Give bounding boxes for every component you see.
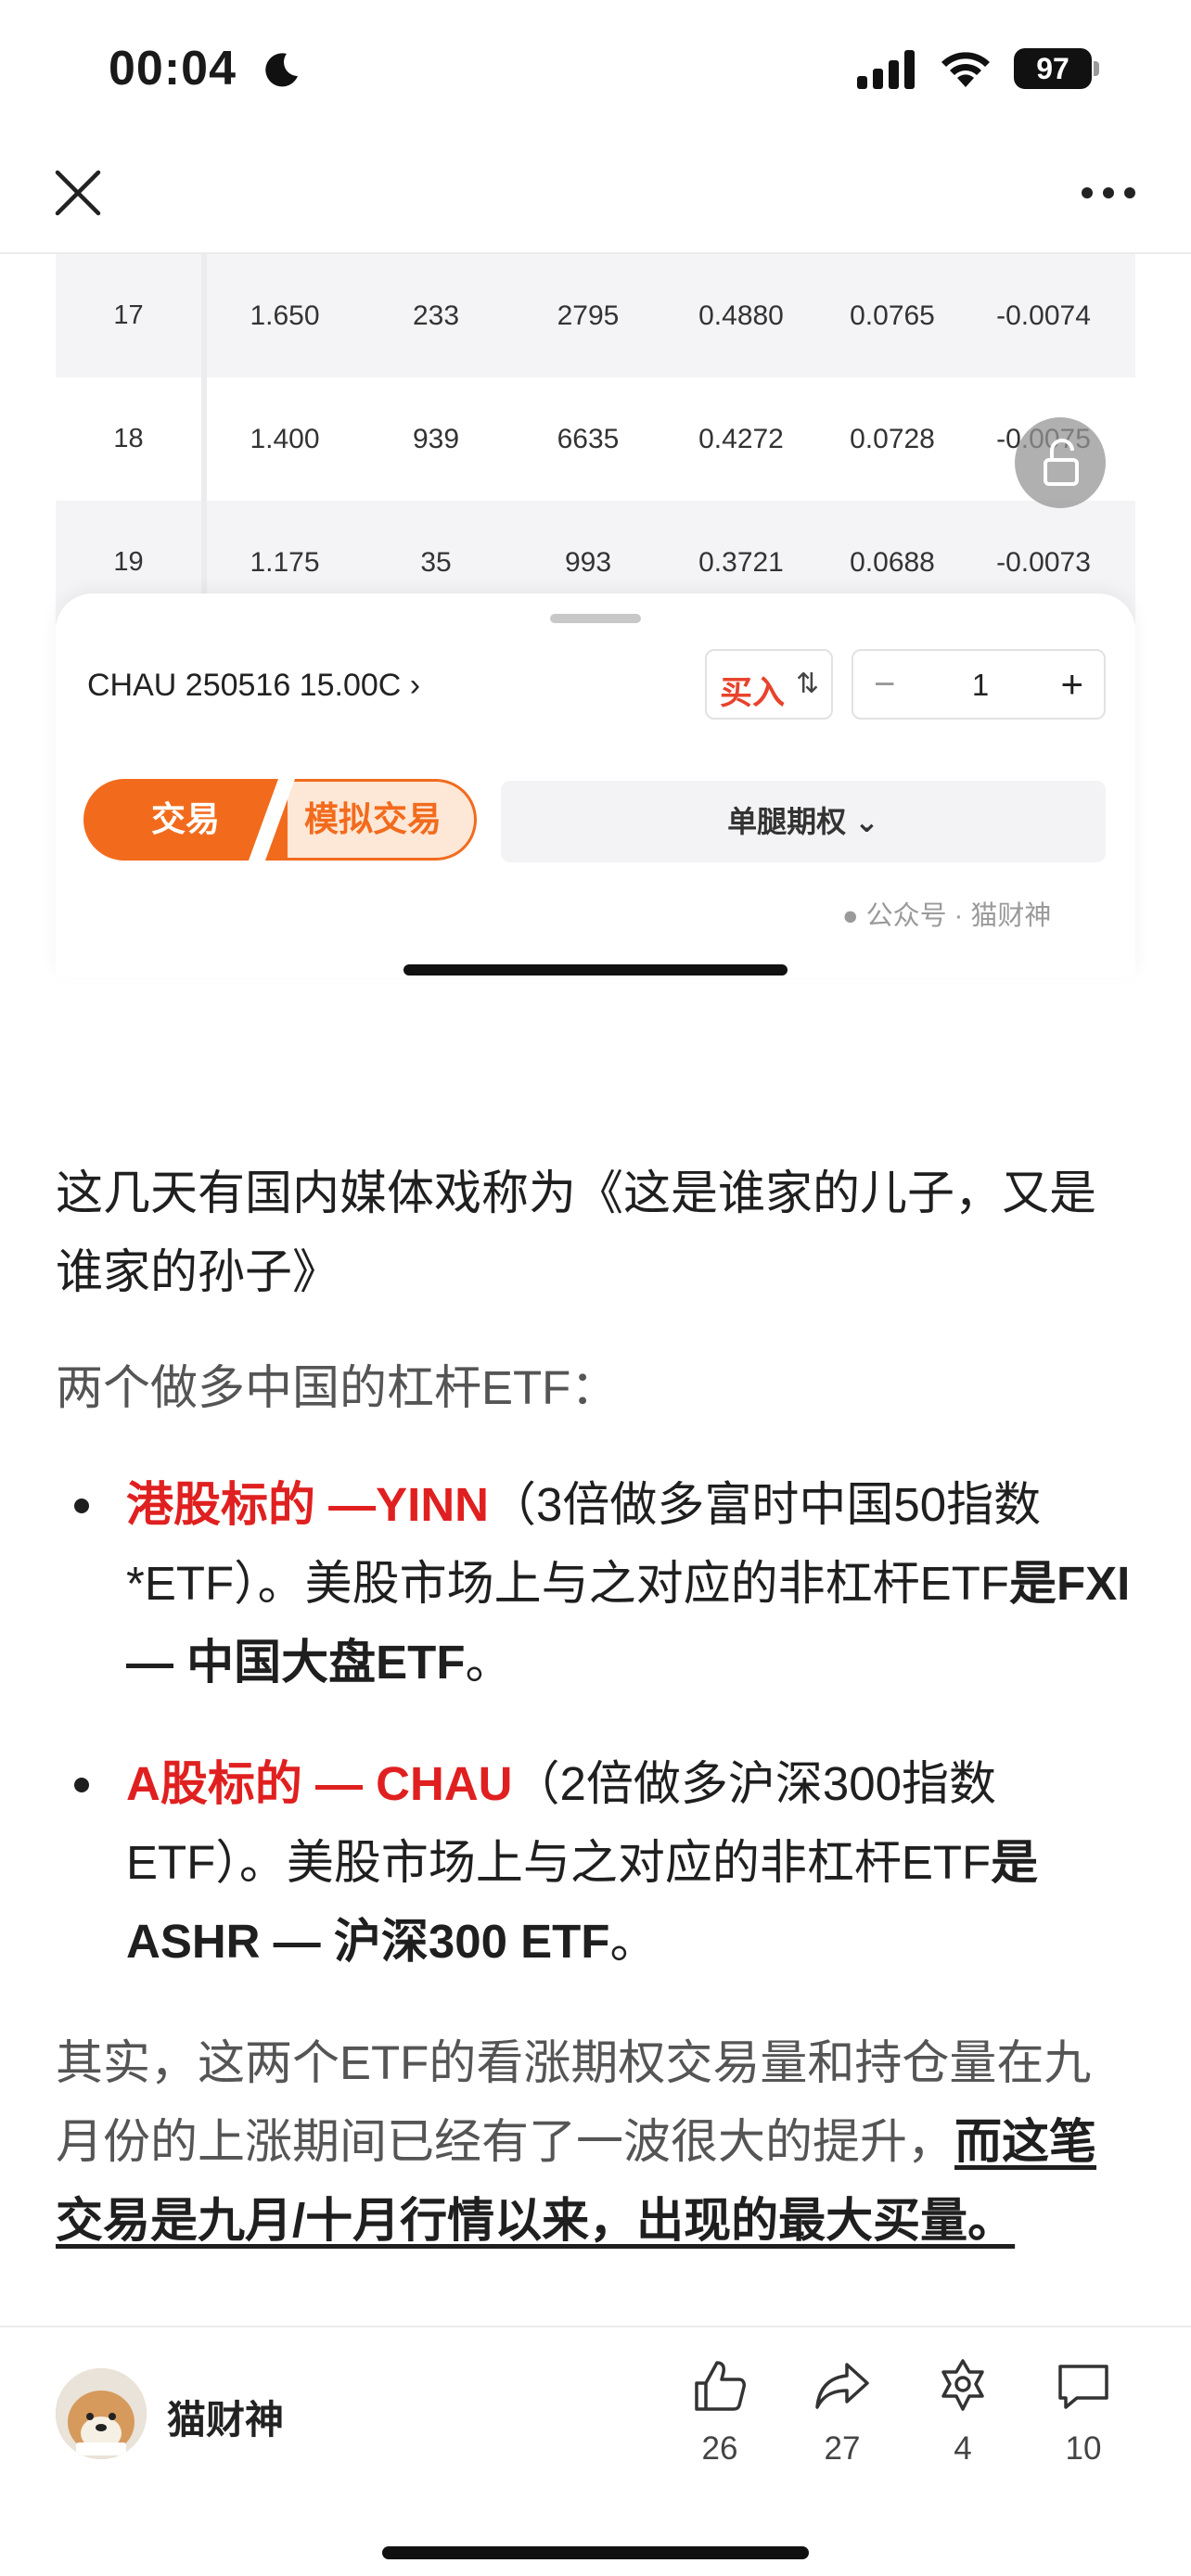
battery-indicator: 97 bbox=[1014, 48, 1099, 89]
favorite-count: 4 bbox=[954, 2430, 972, 2467]
table-cell: 0.4880 bbox=[698, 300, 784, 331]
unlock-button[interactable] bbox=[1015, 417, 1106, 508]
table-cell: 2795 bbox=[557, 300, 620, 331]
like-count: 26 bbox=[701, 2430, 738, 2467]
table-cell: 0.0688 bbox=[850, 546, 935, 578]
table-cell: 6635 bbox=[557, 423, 620, 454]
table-cell: 0.0765 bbox=[850, 300, 935, 331]
comment-button[interactable]: 10 bbox=[1037, 2355, 1130, 2468]
paragraph-text: 其实，这两个ETF的看涨期权交易量和持仓量在九月份的上涨期间已经有了一波很大的提… bbox=[56, 2023, 1135, 2260]
author-name[interactable]: 猫财神 bbox=[167, 2389, 284, 2445]
avatar-image bbox=[56, 2368, 147, 2459]
swap-icon: ⇅ bbox=[796, 669, 820, 699]
contract-selector[interactable]: CHAU 250516 15.00C › bbox=[87, 668, 420, 704]
battery-level: 97 bbox=[1014, 48, 1092, 89]
status-time: 00:04 bbox=[109, 42, 237, 96]
table-cell: 233 bbox=[412, 300, 460, 331]
cellular-signal-icon bbox=[857, 50, 915, 89]
top-nav bbox=[0, 139, 1191, 254]
article-paragraph-1: 这几天有国内媒体戏称为《这是谁家的儿子，又是谁家的孙子》 bbox=[56, 1154, 1135, 1311]
status-bar: 00:04 97 bbox=[0, 0, 1191, 139]
chevron-right-icon: › bbox=[409, 668, 421, 703]
bullet-item: A股标的 — CHAU（2倍做多沪深300指数ETF）。美股市场上与之对应的非杠… bbox=[56, 1744, 1135, 1981]
table-cell: 0.3721 bbox=[698, 546, 784, 578]
watermark-text: 公众号 · 猫财神 bbox=[865, 901, 1052, 931]
wechat-icon: ● bbox=[842, 901, 859, 931]
article-paragraph-3: 其实，这两个ETF的看涨期权交易量和持仓量在九月份的上涨期间已经有了一波很大的提… bbox=[56, 2023, 1135, 2260]
tab-simulated-trade[interactable]: 模拟交易 bbox=[269, 779, 477, 861]
avatar[interactable] bbox=[56, 2368, 147, 2459]
article-paragraph-2: 两个做多中国的杠杆ETF： bbox=[56, 1348, 1135, 1427]
embedded-home-indicator bbox=[403, 964, 788, 976]
bullet-highlight: A股标的 — CHAU bbox=[126, 1757, 513, 1810]
share-button[interactable]: 27 bbox=[796, 2355, 889, 2468]
chevron-down-icon: ⌄ bbox=[854, 805, 879, 838]
contract-label: CHAU 250516 15.00C bbox=[87, 668, 402, 703]
trade-sheet: CHAU 250516 15.00C › 买入 ⇅ − 1 + 模拟交易 交易 … bbox=[56, 593, 1135, 977]
comment-icon bbox=[1058, 2365, 1108, 2409]
table-cell: 939 bbox=[412, 423, 460, 454]
option-leg-select[interactable]: 单腿期权 ⌄ bbox=[501, 781, 1106, 862]
like-button[interactable]: 26 bbox=[673, 2355, 766, 2468]
favorite-button[interactable]: 4 bbox=[916, 2355, 1009, 2468]
leg-select-label: 单腿期权 bbox=[727, 805, 847, 838]
mode-tabs: 模拟交易 交易 bbox=[83, 775, 477, 864]
table-cell: 1.650 bbox=[250, 300, 320, 331]
battery-tip bbox=[1094, 61, 1099, 76]
quantity-stepper[interactable]: − 1 + bbox=[852, 649, 1106, 720]
row-index: 18 bbox=[56, 377, 207, 501]
paragraph-text: 两个做多中国的杠杆ETF： bbox=[56, 1361, 619, 1414]
buy-sell-toggle[interactable]: 买入 ⇅ bbox=[705, 649, 833, 720]
table-cell: 1.175 bbox=[250, 546, 320, 578]
table-cell: 993 bbox=[564, 546, 612, 578]
bullet-item: 港股标的 —YINN（3倍做多富时中国50指数*ETF）。美股市场上与之对应的非… bbox=[56, 1465, 1135, 1702]
buy-label: 买入 bbox=[720, 675, 786, 711]
share-icon bbox=[815, 2363, 869, 2409]
plus-icon[interactable]: + bbox=[1060, 662, 1083, 707]
comment-count: 10 bbox=[1065, 2430, 1102, 2467]
table-row: 17 1.650 233 2795 0.4880 0.0765 -0.0074 bbox=[56, 254, 1135, 377]
more-options-icon[interactable] bbox=[1080, 185, 1137, 200]
table-cell: -0.0074 bbox=[996, 300, 1091, 331]
table-cell: 0.4272 bbox=[698, 423, 784, 454]
table-cell: 35 bbox=[420, 546, 452, 578]
table-cell: 1.400 bbox=[250, 423, 320, 454]
thumbs-up-icon bbox=[695, 2361, 746, 2411]
table-cell: 0.0728 bbox=[850, 423, 935, 454]
bottom-action-bar: 猫财神 26 27 4 10 bbox=[0, 2326, 1191, 2576]
moon-icon bbox=[265, 53, 298, 87]
bullet-highlight: 港股标的 —YINN bbox=[126, 1478, 490, 1531]
paragraph-plain: 其实，这两个ETF的看涨期权交易量和持仓量在九月份的上涨期间已经有了一波很大的提… bbox=[56, 2036, 1092, 2168]
wifi-icon bbox=[941, 52, 990, 87]
sheet-drag-handle[interactable] bbox=[550, 614, 641, 623]
bullet-end: 。 bbox=[465, 1636, 513, 1689]
watermark: ● 公众号 · 猫财神 bbox=[842, 894, 1051, 933]
unlock-icon bbox=[1044, 439, 1079, 486]
home-indicator[interactable] bbox=[382, 2546, 809, 2559]
table-row: 18 1.400 939 6635 0.4272 0.0728 -0.0075 bbox=[56, 377, 1135, 501]
bullet-end: 。 bbox=[609, 1915, 658, 1968]
paragraph-text: 这几天有国内媒体戏称为《这是谁家的儿子，又是谁家的孙子》 bbox=[56, 1167, 1097, 1298]
close-icon[interactable] bbox=[52, 167, 104, 219]
favorite-icon bbox=[941, 2359, 984, 2411]
bullet-list: 港股标的 —YINN（3倍做多富时中国50指数*ETF）。美股市场上与之对应的非… bbox=[56, 1465, 1135, 1981]
embedded-screenshot: 17 1.650 233 2795 0.4880 0.0765 -0.0074 … bbox=[56, 254, 1135, 977]
table-cell: -0.0073 bbox=[996, 546, 1091, 578]
row-index: 17 bbox=[56, 254, 207, 377]
share-count: 27 bbox=[824, 2430, 861, 2467]
